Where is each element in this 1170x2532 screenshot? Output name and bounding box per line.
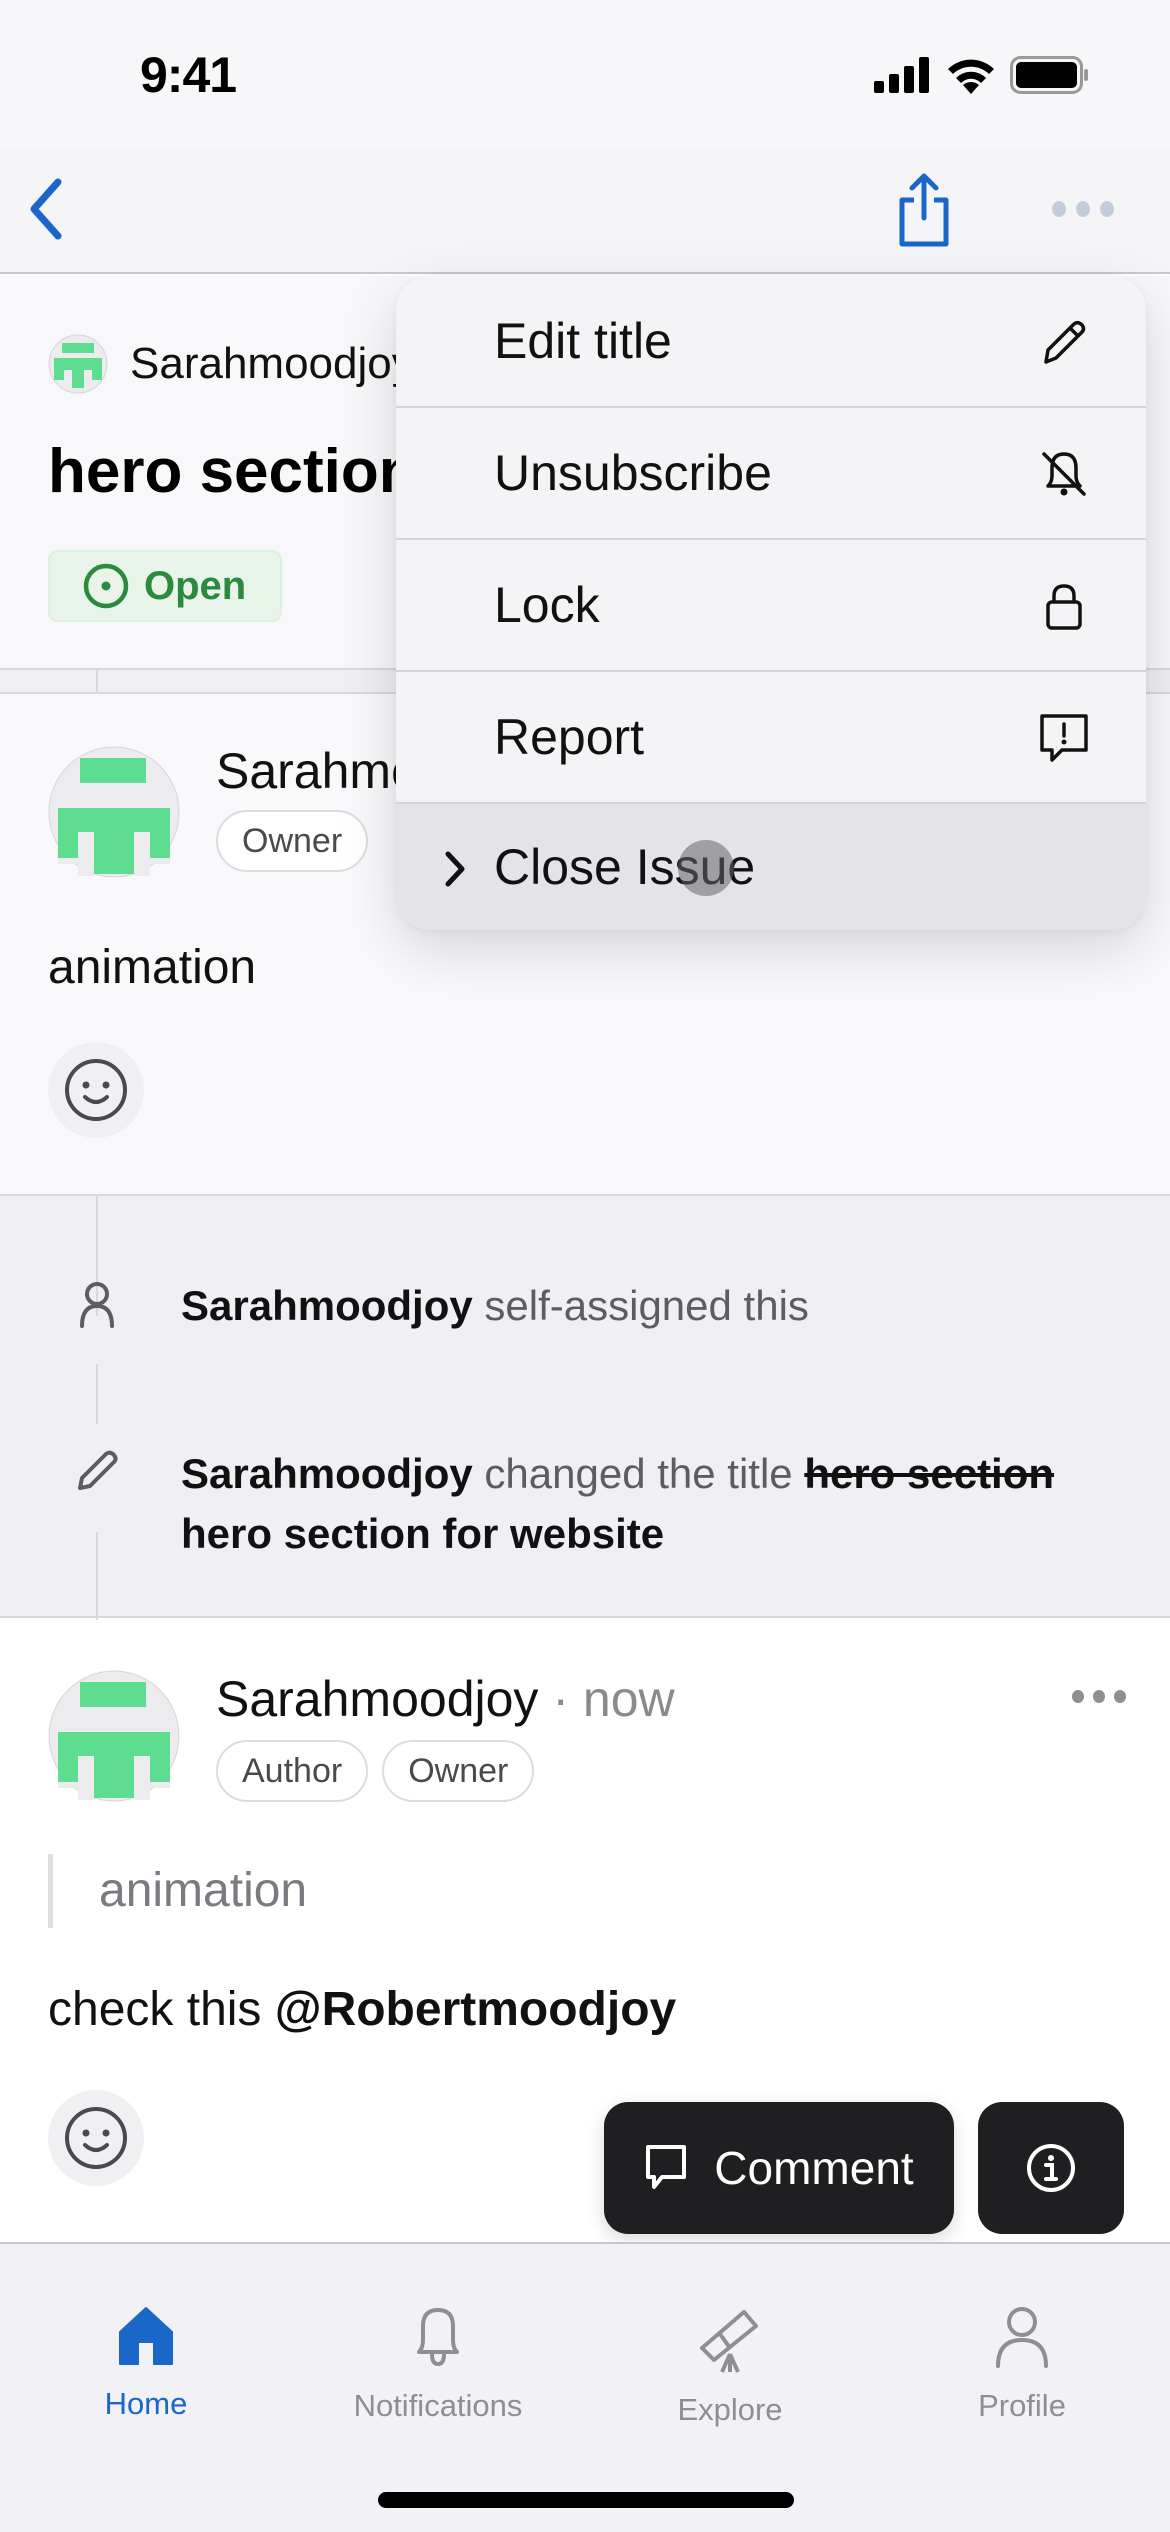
menu-item-unsubscribe[interactable]: Unsubscribe <box>396 408 1146 540</box>
tab-label: Profile <box>978 2388 1066 2423</box>
menu-item-label: Report <box>494 709 645 765</box>
owner-badge: Owner <box>382 1740 535 1802</box>
bell-slash-icon <box>1042 452 1086 496</box>
quote-block: animation <box>48 1854 307 1928</box>
comment-button[interactable]: Comment <box>604 2102 954 2234</box>
avatar[interactable] <box>48 746 180 878</box>
chevron-right-icon <box>445 851 465 887</box>
timeline-line <box>96 668 98 694</box>
menu-item-label: Edit title <box>494 313 672 369</box>
context-menu: Edit title Unsubscribe Lock Report Close <box>396 276 1146 930</box>
back-button[interactable] <box>22 174 72 244</box>
status-icons <box>874 56 1090 94</box>
person-icon <box>80 1282 114 1328</box>
comment-body: animation <box>48 941 257 994</box>
avatar <box>48 334 108 394</box>
status-bar: 9:41 <box>0 0 1170 150</box>
tab-label: Home <box>104 2386 188 2421</box>
person-icon <box>996 2307 1048 2368</box>
smiley-icon <box>65 1059 127 1121</box>
tab-profile[interactable]: Profile <box>902 2304 1142 2424</box>
report-icon <box>1040 714 1088 762</box>
wifi-icon <box>948 59 994 94</box>
bell-icon <box>417 2308 459 2367</box>
issue-author-name: Sarahmoodjoy <box>130 339 414 388</box>
comment-button-label: Comment <box>714 2142 914 2194</box>
comment-header: Sarahmoodjoy · now <box>216 1670 675 1728</box>
comment-icon <box>646 2145 687 2189</box>
home-icon <box>119 2307 173 2365</box>
ellipsis-icon <box>1052 201 1066 217</box>
new-title: hero section for website <box>181 1510 665 1557</box>
menu-item-edit-title[interactable]: Edit title <box>396 276 1146 408</box>
share-icon <box>899 173 949 247</box>
issue-open-icon <box>83 563 129 609</box>
share-button[interactable] <box>894 170 954 250</box>
status-badge-label: Open <box>144 563 247 608</box>
navigation-bar <box>0 150 1170 274</box>
tab-notifications[interactable]: Notifications <box>318 2304 558 2424</box>
author-badge: Author <box>216 1740 369 1802</box>
more-options-button[interactable] <box>1052 194 1118 224</box>
cellular-signal-icon <box>874 57 929 93</box>
chevron-left-icon <box>30 178 62 240</box>
menu-item-lock[interactable]: Lock <box>396 540 1146 672</box>
comment-author[interactable]: Sarahmoodjoy <box>216 1671 538 1727</box>
event-actor[interactable]: Sarahmoodjoy <box>181 1450 473 1497</box>
add-reaction-button[interactable] <box>48 1042 144 1138</box>
timeline-events: Sarahmoodjoy self-assigned this Sarahmoo… <box>0 1194 1170 1620</box>
old-title: hero section <box>804 1450 1055 1497</box>
menu-item-label: Lock <box>494 577 600 633</box>
event-action: self-assigned this <box>484 1282 809 1329</box>
menu-item-label: Unsubscribe <box>494 445 772 501</box>
tab-label: Explore <box>677 2392 783 2427</box>
comment-separator: · <box>552 1671 569 1727</box>
comment-text: check this <box>48 1983 275 2036</box>
smiley-icon <box>65 2107 127 2169</box>
touch-indicator <box>678 840 734 896</box>
event-action: changed the title <box>484 1450 793 1497</box>
status-badge: Open <box>48 550 282 622</box>
issue-author[interactable]: Sarahmoodjoy <box>48 334 414 394</box>
avatar[interactable] <box>48 1670 180 1802</box>
comment-time: now <box>582 1671 675 1727</box>
event-actor[interactable]: Sarahmoodjoy <box>181 1282 473 1329</box>
tab-home[interactable]: Home <box>26 2304 266 2422</box>
home-indicator <box>378 2492 794 2508</box>
pencil-icon <box>78 1450 118 1490</box>
owner-badge: Owner <box>216 810 369 872</box>
battery-icon <box>1010 56 1088 94</box>
ellipsis-icon <box>1072 1690 1084 1703</box>
mention-link[interactable]: @Robertmoodjoy <box>275 1983 676 2036</box>
lock-icon <box>1046 584 1082 630</box>
info-icon <box>1027 2144 1075 2192</box>
info-button[interactable] <box>978 2102 1124 2234</box>
pencil-icon <box>1044 320 1086 364</box>
comment-more-button[interactable] <box>1072 1690 1126 1703</box>
add-reaction-button[interactable] <box>48 2090 144 2186</box>
menu-item-report[interactable]: Report <box>396 672 1146 804</box>
tab-label: Notifications <box>353 2388 523 2423</box>
telescope-icon <box>700 2310 758 2373</box>
tab-bar: Home Notifications Explore Profile <box>0 2242 1170 2532</box>
status-time: 9:41 <box>140 47 237 103</box>
tab-explore[interactable]: Explore <box>610 2304 850 2428</box>
comment-body: check this @Robertmoodjoy <box>48 1982 676 2037</box>
menu-item-close-issue[interactable]: Close Issue <box>396 804 1146 930</box>
